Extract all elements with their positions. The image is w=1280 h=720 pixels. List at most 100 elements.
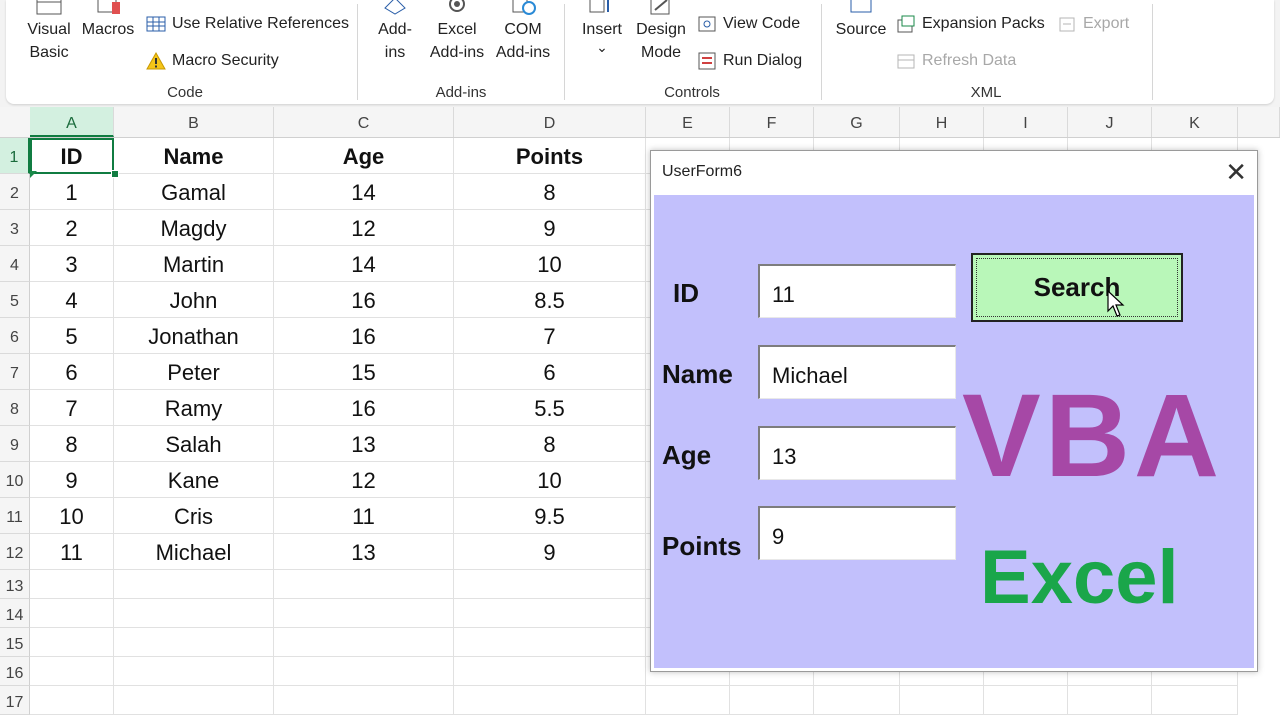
table-cell[interactable]: 14 bbox=[274, 174, 454, 210]
column-header-g[interactable]: G bbox=[814, 107, 900, 137]
empty-cell[interactable] bbox=[114, 657, 274, 686]
empty-cell[interactable] bbox=[730, 686, 814, 715]
row-header-15[interactable]: 15 bbox=[0, 628, 30, 657]
empty-cell[interactable] bbox=[1152, 686, 1238, 715]
table-cell[interactable]: Kane bbox=[114, 462, 274, 498]
empty-cell[interactable] bbox=[274, 628, 454, 657]
table-cell[interactable]: 8 bbox=[454, 174, 646, 210]
table-cell[interactable]: 7 bbox=[30, 390, 114, 426]
column-header-a[interactable]: A bbox=[30, 107, 114, 137]
row-header-10[interactable]: 10 bbox=[0, 462, 30, 498]
use-relative-references-button[interactable]: Use Relative References bbox=[146, 14, 349, 34]
empty-cell[interactable] bbox=[30, 570, 114, 599]
empty-cell[interactable] bbox=[454, 686, 646, 715]
table-cell[interactable]: 8 bbox=[30, 426, 114, 462]
design-mode-button[interactable]: Design Mode bbox=[632, 0, 690, 64]
header-cell[interactable]: Age bbox=[274, 138, 454, 174]
run-dialog-button[interactable]: Run Dialog bbox=[697, 51, 802, 71]
table-cell[interactable]: 12 bbox=[274, 210, 454, 246]
age-textbox[interactable] bbox=[758, 426, 956, 480]
row-header-3[interactable]: 3 bbox=[0, 210, 30, 246]
points-textbox[interactable] bbox=[758, 506, 956, 560]
table-cell[interactable]: 9 bbox=[454, 534, 646, 570]
expansion-packs-button[interactable]: Expansion Packs bbox=[896, 14, 1045, 34]
empty-cell[interactable] bbox=[114, 570, 274, 599]
row-header-7[interactable]: 7 bbox=[0, 354, 30, 390]
row-header-11[interactable]: 11 bbox=[0, 498, 30, 534]
column-header-overflow[interactable] bbox=[1238, 107, 1280, 137]
com-add-ins-button[interactable]: COM Add-ins bbox=[492, 0, 554, 64]
table-cell[interactable]: 11 bbox=[30, 534, 114, 570]
empty-cell[interactable] bbox=[454, 599, 646, 628]
empty-cell[interactable] bbox=[274, 686, 454, 715]
table-cell[interactable]: 1 bbox=[30, 174, 114, 210]
table-cell[interactable]: 9 bbox=[30, 462, 114, 498]
column-header-h[interactable]: H bbox=[900, 107, 984, 137]
table-cell[interactable]: Jonathan bbox=[114, 318, 274, 354]
insert-button[interactable]: Insert ⌄ bbox=[578, 0, 626, 54]
row-header-5[interactable]: 5 bbox=[0, 282, 30, 318]
row-header-16[interactable]: 16 bbox=[0, 657, 30, 686]
empty-cell[interactable] bbox=[274, 599, 454, 628]
row-header-8[interactable]: 8 bbox=[0, 390, 30, 426]
row-header-12[interactable]: 12 bbox=[0, 534, 30, 570]
empty-cell[interactable] bbox=[900, 686, 984, 715]
column-header-b[interactable]: B bbox=[114, 107, 274, 137]
table-cell[interactable]: 10 bbox=[454, 462, 646, 498]
table-cell[interactable]: Peter bbox=[114, 354, 274, 390]
row-header-14[interactable]: 14 bbox=[0, 599, 30, 628]
empty-cell[interactable] bbox=[30, 657, 114, 686]
search-button[interactable]: Search bbox=[971, 253, 1183, 322]
table-cell[interactable]: Gamal bbox=[114, 174, 274, 210]
header-cell[interactable]: Name bbox=[114, 138, 274, 174]
table-cell[interactable]: 14 bbox=[274, 246, 454, 282]
table-cell[interactable]: 2 bbox=[30, 210, 114, 246]
table-cell[interactable]: 6 bbox=[454, 354, 646, 390]
table-cell[interactable]: 9.5 bbox=[454, 498, 646, 534]
row-header-6[interactable]: 6 bbox=[0, 318, 30, 354]
table-cell[interactable]: 16 bbox=[274, 318, 454, 354]
view-code-button[interactable]: View Code bbox=[697, 14, 800, 34]
id-textbox[interactable] bbox=[758, 264, 956, 318]
table-cell[interactable]: 5 bbox=[30, 318, 114, 354]
column-header-j[interactable]: J bbox=[1068, 107, 1152, 137]
table-cell[interactable]: 16 bbox=[274, 390, 454, 426]
empty-cell[interactable] bbox=[114, 628, 274, 657]
export-button[interactable]: Export bbox=[1057, 14, 1129, 34]
source-button[interactable]: Source bbox=[832, 0, 890, 41]
row-header-4[interactable]: 4 bbox=[0, 246, 30, 282]
header-cell[interactable]: Points bbox=[454, 138, 646, 174]
table-cell[interactable]: 11 bbox=[274, 498, 454, 534]
empty-cell[interactable] bbox=[646, 686, 730, 715]
table-cell[interactable]: 8.5 bbox=[454, 282, 646, 318]
empty-cell[interactable] bbox=[274, 570, 454, 599]
table-cell[interactable]: 7 bbox=[454, 318, 646, 354]
empty-cell[interactable] bbox=[114, 686, 274, 715]
empty-cell[interactable] bbox=[454, 657, 646, 686]
empty-cell[interactable] bbox=[30, 599, 114, 628]
empty-cell[interactable] bbox=[984, 686, 1068, 715]
row-header-9[interactable]: 9 bbox=[0, 426, 30, 462]
table-cell[interactable]: Salah bbox=[114, 426, 274, 462]
table-cell[interactable]: 10 bbox=[454, 246, 646, 282]
table-cell[interactable]: 13 bbox=[274, 426, 454, 462]
close-icon[interactable]: ✕ bbox=[1225, 159, 1247, 185]
empty-cell[interactable] bbox=[454, 570, 646, 599]
empty-cell[interactable] bbox=[454, 628, 646, 657]
empty-cell[interactable] bbox=[814, 686, 900, 715]
row-header-13[interactable]: 13 bbox=[0, 570, 30, 599]
empty-cell[interactable] bbox=[1068, 686, 1152, 715]
table-cell[interactable]: 8 bbox=[454, 426, 646, 462]
row-header-2[interactable]: 2 bbox=[0, 174, 30, 210]
table-cell[interactable]: Ramy bbox=[114, 390, 274, 426]
name-textbox[interactable] bbox=[758, 345, 956, 399]
table-cell[interactable]: 6 bbox=[30, 354, 114, 390]
visual-basic-button[interactable]: Visual Basic bbox=[24, 0, 74, 64]
column-header-d[interactable]: D bbox=[454, 107, 646, 137]
table-cell[interactable]: Martin bbox=[114, 246, 274, 282]
table-cell[interactable]: 10 bbox=[30, 498, 114, 534]
column-header-f[interactable]: F bbox=[730, 107, 814, 137]
table-cell[interactable]: 13 bbox=[274, 534, 454, 570]
table-cell[interactable]: 15 bbox=[274, 354, 454, 390]
table-cell[interactable]: 4 bbox=[30, 282, 114, 318]
